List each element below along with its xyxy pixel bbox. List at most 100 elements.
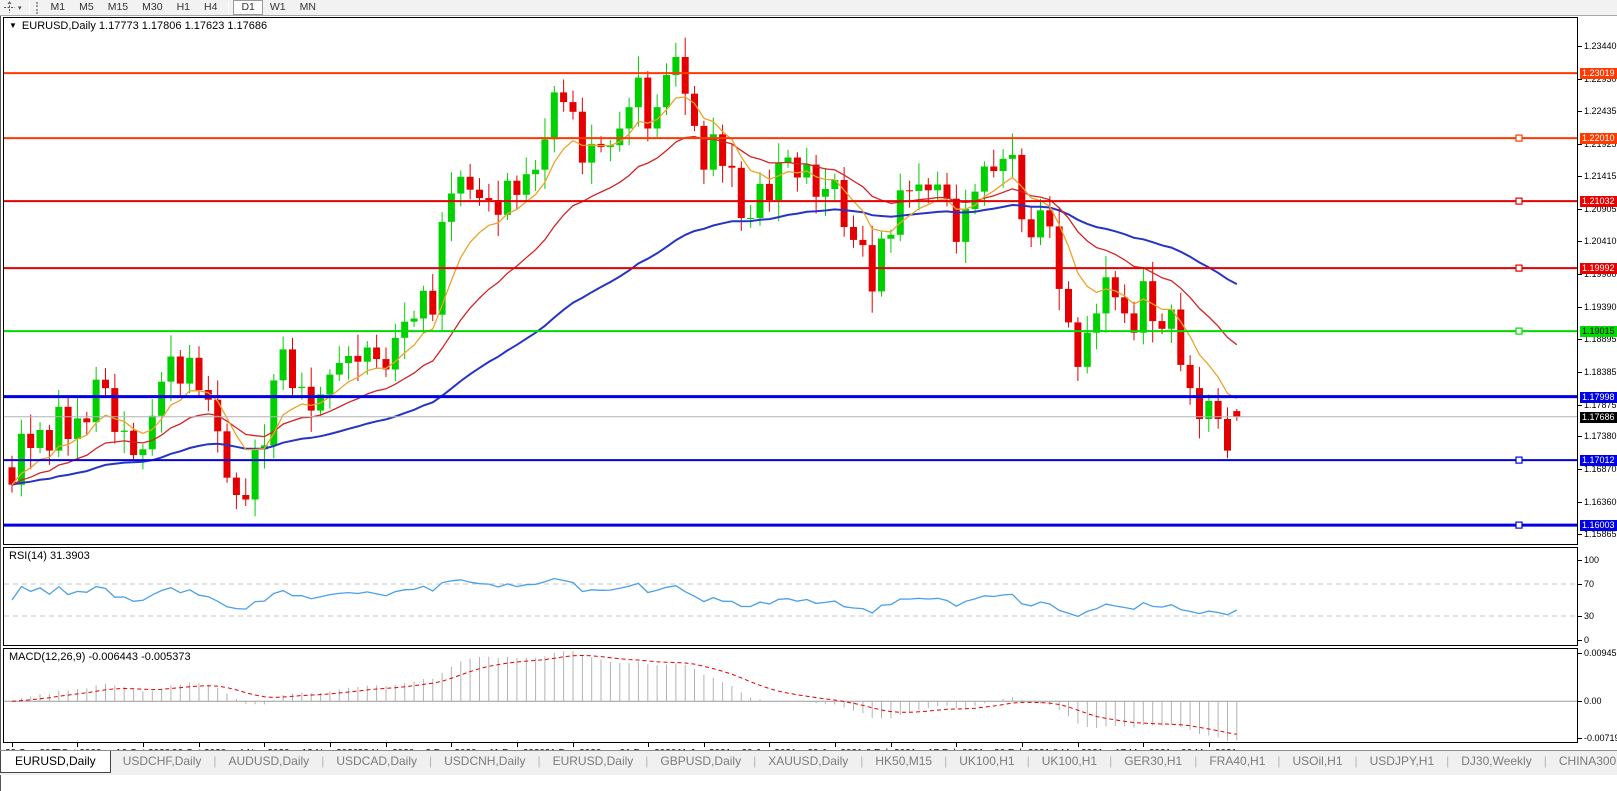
price-tick-tick xyxy=(1578,469,1582,470)
chart-tab-eurusd-daily[interactable]: EURUSD,Daily xyxy=(541,751,646,772)
timeframe-button-h4[interactable]: H4 xyxy=(197,0,224,15)
macd-signal-line[interactable] xyxy=(12,656,1237,735)
price-tick-tick xyxy=(1578,307,1582,308)
chart-tab-dj30-weekly[interactable]: DJ30,Weekly xyxy=(1449,751,1543,772)
line-drag-handle[interactable] xyxy=(1516,457,1522,463)
level-price-badge: 1.22010 xyxy=(1580,133,1617,144)
rsi-tick-tick xyxy=(1578,616,1582,617)
timeframe-button-m1[interactable]: M1 xyxy=(44,0,73,15)
date-tick xyxy=(12,743,13,747)
timeframe-button-m5[interactable]: M5 xyxy=(72,0,101,15)
price-axis[interactable]: 1.234401.229301.224351.219251.214151.209… xyxy=(1578,16,1617,766)
macd-label: MACD(12,26,9) -0.006443 -0.005373 xyxy=(9,651,191,663)
date-tick xyxy=(77,743,78,747)
price-tick-tick xyxy=(1578,372,1582,373)
date-tick xyxy=(891,743,892,747)
level-price-badge: 1.23019 xyxy=(1580,68,1617,79)
date-tick xyxy=(143,743,144,747)
line-drag-handle[interactable] xyxy=(1516,328,1522,334)
horizontal-level-line[interactable] xyxy=(4,328,1577,334)
rsi-tick-tick xyxy=(1578,560,1582,561)
timeframe-button-d1[interactable]: D1 xyxy=(233,0,262,15)
macd-indicator-pane[interactable]: MACD(12,26,9) -0.006443 -0.005373 xyxy=(3,648,1578,743)
ema-slow-line[interactable] xyxy=(12,205,1237,485)
chart-tab-usdcnh-daily[interactable]: USDCNH,Daily xyxy=(432,751,537,772)
price-tick-tick xyxy=(1578,534,1582,535)
horizontal-level-line[interactable] xyxy=(4,198,1577,204)
line-drag-handle[interactable] xyxy=(1516,135,1522,141)
line-drag-handle[interactable] xyxy=(1516,198,1522,204)
chart-tab-china300-h1[interactable]: CHINA300,H1 xyxy=(1547,751,1617,772)
crosshair-icon xyxy=(3,1,16,14)
chart-title: ▼ EURUSD,Daily 1.17773 1.17806 1.17623 1.… xyxy=(9,20,267,32)
macd-tick-tick xyxy=(1578,701,1582,702)
macd-tick-label: 0.009451 xyxy=(1584,648,1617,658)
current-price-badge: 1.17686 xyxy=(1580,412,1617,423)
chart-tab-bar: EURUSD,DailyUSDCHF,Daily|AUDUSD,Daily|US… xyxy=(0,750,1617,775)
macd-tick-label: 0.00 xyxy=(1584,696,1602,706)
crosshair-cursor-icon[interactable]: ▾ xyxy=(0,1,25,14)
rsi-tick-label: 100 xyxy=(1584,555,1599,565)
chart-title-text: EURUSD,Daily 1.17773 1.17806 1.17623 1.1… xyxy=(22,20,267,32)
level-price-badge: 1.16003 xyxy=(1580,520,1617,531)
date-tick xyxy=(835,743,836,747)
price-tick-tick xyxy=(1578,502,1582,503)
chart-tab-eurusd-daily[interactable]: EURUSD,Daily xyxy=(0,751,111,773)
ema-fast-line[interactable] xyxy=(12,97,1237,485)
timeframe-button-m30[interactable]: M30 xyxy=(135,0,169,15)
chart-tab-uk100-h1[interactable]: UK100,H1 xyxy=(947,751,1026,772)
horizontal-level-line[interactable] xyxy=(4,265,1577,271)
ema-mid-line[interactable] xyxy=(12,137,1237,485)
date-tick xyxy=(386,743,387,747)
chart-title-caret-icon[interactable]: ▼ xyxy=(9,21,17,30)
chart-tab-usdjpy-h1[interactable]: USDJPY,H1 xyxy=(1358,751,1446,772)
timeframe-toolbar: ▾ M1M5M15M30H1H4 D1W1MN xyxy=(0,0,1617,16)
macd-tick-tick xyxy=(1578,738,1582,739)
rsi-tick-label: 30 xyxy=(1584,611,1594,621)
price-chart-pane[interactable]: ▼ EURUSD,Daily 1.17773 1.17806 1.17623 1.… xyxy=(3,17,1578,545)
level-price-badge: 1.21032 xyxy=(1580,196,1617,207)
price-tick-tick xyxy=(1578,241,1582,242)
level-price-badge: 1.17012 xyxy=(1580,455,1617,466)
price-tick-tick xyxy=(1578,436,1582,437)
chart-tab-fra40-h1[interactable]: FRA40,H1 xyxy=(1197,751,1277,772)
date-tick xyxy=(1022,743,1023,747)
date-tick xyxy=(451,743,452,747)
date-tick xyxy=(330,743,331,747)
price-tick-tick xyxy=(1578,176,1582,177)
line-drag-handle[interactable] xyxy=(1516,265,1522,271)
horizontal-level-line[interactable] xyxy=(4,457,1577,463)
chart-tab-ger30-h1[interactable]: GER30,H1 xyxy=(1112,751,1194,772)
chart-tab-uk100-h1[interactable]: UK100,H1 xyxy=(1030,751,1109,772)
timeframe-button-h1[interactable]: H1 xyxy=(170,0,197,15)
price-tick-label: 1.22435 xyxy=(1584,106,1617,116)
chart-tab-hk50-m15[interactable]: HK50,M15 xyxy=(863,751,944,772)
chart-tab-audusd-daily[interactable]: AUDUSD,Daily xyxy=(217,751,322,772)
rsi-indicator-pane[interactable]: RSI(14) 31.3903 xyxy=(3,547,1578,646)
chart-tab-xauusd-daily[interactable]: XAUUSD,Daily xyxy=(756,751,860,772)
timeframe-button-m15[interactable]: M15 xyxy=(101,0,135,15)
price-tick-label: 1.19390 xyxy=(1584,302,1617,312)
chart-tab-usdchf-daily[interactable]: USDCHF,Daily xyxy=(111,751,214,772)
toolbar-grip-handle[interactable] xyxy=(36,2,39,14)
price-tick-tick xyxy=(1578,339,1582,340)
price-tick-label: 1.16360 xyxy=(1584,497,1617,507)
chart-window: ▼ EURUSD,Daily 1.17773 1.17806 1.17623 1.… xyxy=(0,16,1617,791)
level-price-badge: 1.19992 xyxy=(1580,263,1617,274)
horizontal-level-line[interactable] xyxy=(4,522,1577,528)
toolbar-separator xyxy=(228,2,229,14)
price-tick-tick xyxy=(1578,46,1582,47)
chart-tab-gbpusd-daily[interactable]: GBPUSD,Daily xyxy=(648,751,753,772)
toolbar-separator xyxy=(29,2,30,14)
line-drag-handle[interactable] xyxy=(1516,522,1522,528)
rsi-tick-tick xyxy=(1578,584,1582,585)
candlestick-series xyxy=(9,38,1241,517)
horizontal-level-line[interactable] xyxy=(4,135,1577,141)
rsi-tick-tick xyxy=(1578,640,1582,641)
price-tick-tick xyxy=(1578,144,1582,145)
tool-dropdown-caret-icon[interactable]: ▾ xyxy=(18,4,22,12)
timeframe-button-mn[interactable]: MN xyxy=(293,0,323,15)
chart-tab-usoil-h1[interactable]: USOil,H1 xyxy=(1281,751,1355,772)
chart-tab-usdcad-daily[interactable]: USDCAD,Daily xyxy=(324,751,429,772)
timeframe-button-w1[interactable]: W1 xyxy=(263,0,293,15)
